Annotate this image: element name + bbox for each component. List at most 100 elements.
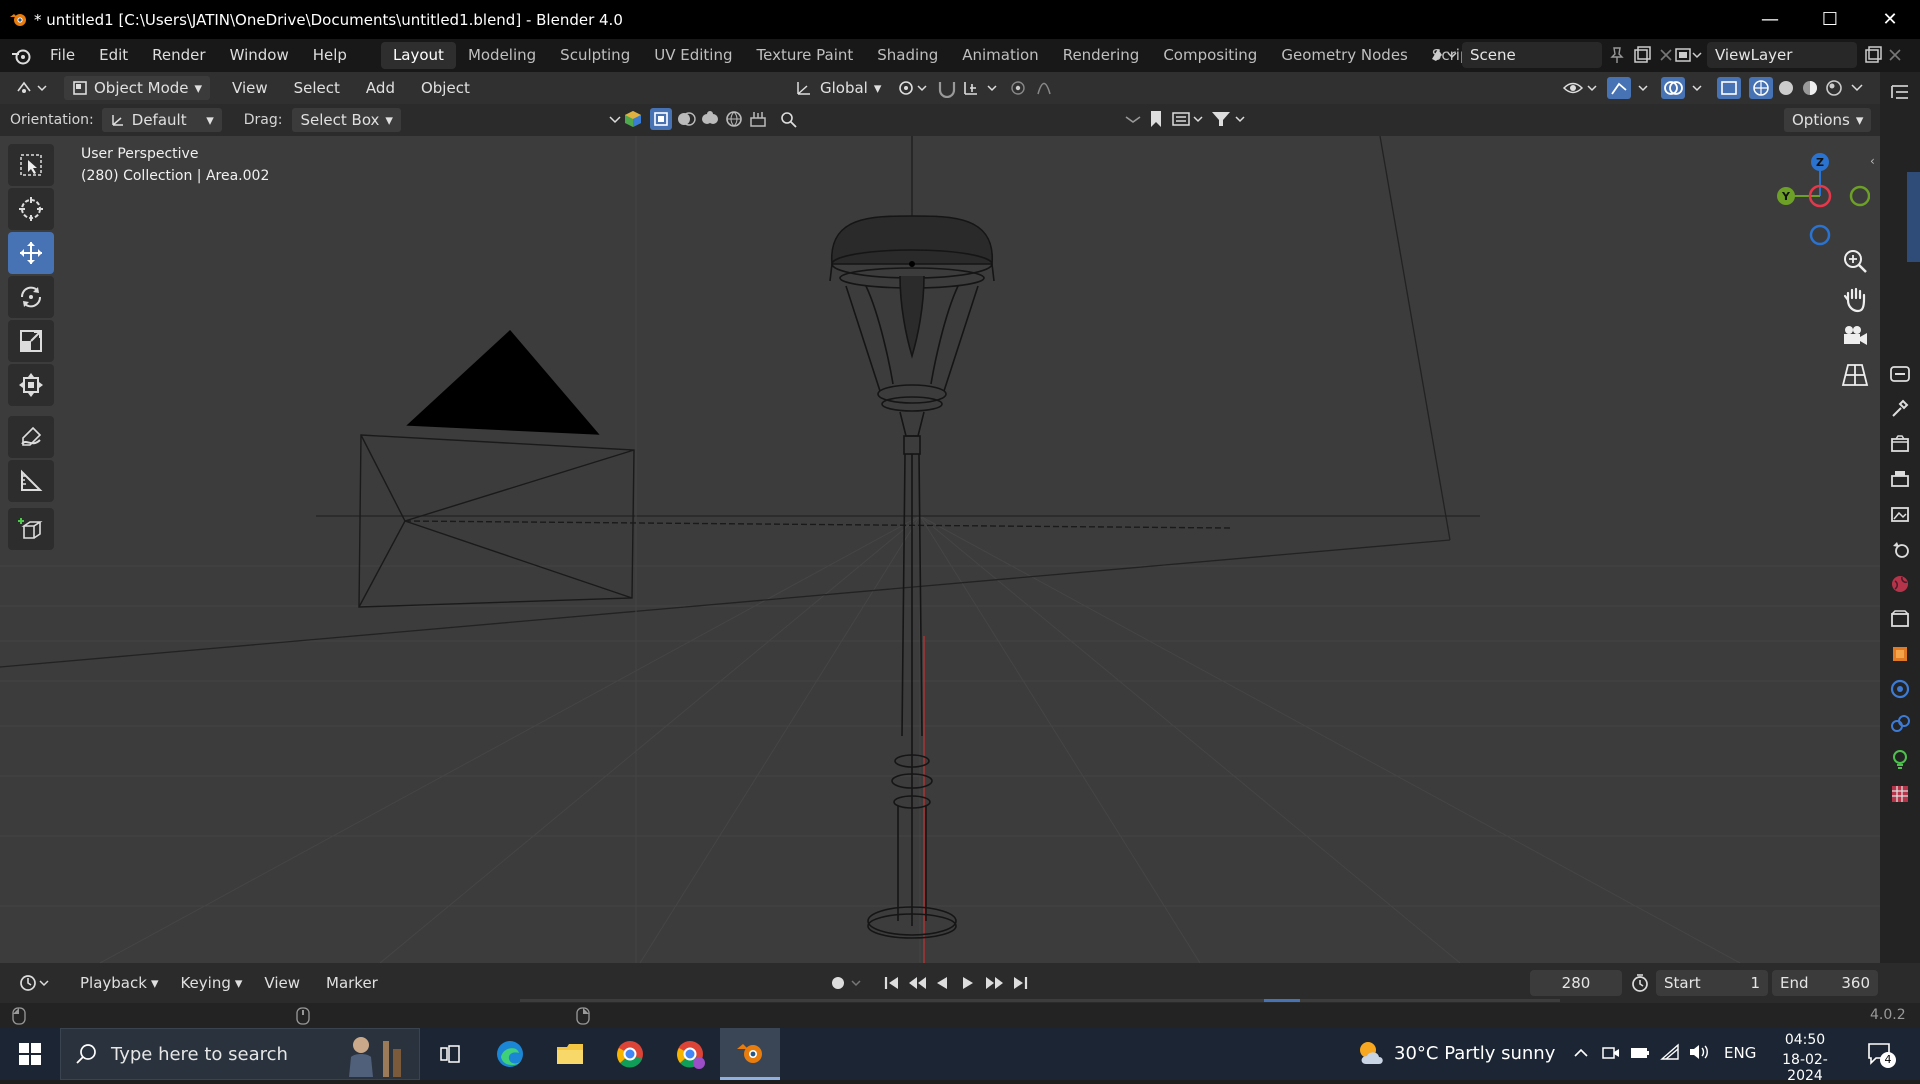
texture-properties-icon[interactable] — [1885, 779, 1915, 809]
tab-rendering[interactable]: Rendering — [1051, 42, 1152, 69]
options-dropdown[interactable]: Options ▾ — [1784, 108, 1872, 132]
current-frame-field[interactable]: 280 — [1530, 970, 1622, 996]
menu-add[interactable]: Add — [358, 76, 403, 100]
physics-properties-icon[interactable] — [1885, 709, 1915, 739]
edge-browser-icon[interactable] — [480, 1028, 540, 1080]
menu-file[interactable]: File — [38, 39, 87, 72]
tray-overflow-chevron-icon[interactable] — [1572, 1044, 1590, 1062]
perspective-grid-icon[interactable] — [1840, 360, 1870, 390]
windows-start-button[interactable] — [0, 1028, 60, 1080]
tab-compositing[interactable]: Compositing — [1151, 42, 1269, 69]
snap-icon[interactable] — [936, 78, 958, 98]
snap-target-icon[interactable] — [962, 78, 1002, 98]
proportional-editing-icon[interactable] — [1008, 78, 1062, 98]
tab-sculpting[interactable]: Sculpting — [548, 42, 642, 69]
tool-scale[interactable] — [8, 320, 54, 362]
menu-object[interactable]: Object — [413, 76, 478, 100]
mode-dropdown[interactable]: Object Mode ▾ — [64, 76, 211, 100]
maximize-button[interactable]: ☐ — [1800, 0, 1860, 39]
select-mode-invert-icon[interactable] — [724, 110, 744, 128]
tab-geometry-nodes[interactable]: Geometry Nodes — [1269, 42, 1420, 69]
blender-menu-icon[interactable] — [10, 46, 32, 66]
area-scrollbar[interactable] — [1907, 172, 1920, 262]
filter-chevron-icon[interactable] — [1124, 110, 1142, 128]
notification-center-button[interactable]: 4 — [1866, 1040, 1896, 1068]
3d-viewport[interactable]: User Perspective (280) Collection | Area… — [0, 136, 1880, 963]
select-mode-intersect-icon[interactable] — [748, 110, 768, 128]
start-frame-field[interactable]: Start 1 — [1656, 970, 1768, 996]
blender-taskbar-icon[interactable] — [720, 1028, 780, 1080]
search-input[interactable] — [776, 108, 1116, 132]
world-properties-icon[interactable] — [1885, 569, 1915, 599]
view-layer-name-field[interactable]: ViewLayer — [1707, 42, 1857, 68]
end-frame-field[interactable]: End 360 — [1772, 970, 1878, 996]
tool-add-cube[interactable] — [8, 508, 54, 550]
timeline-scroll-thumb[interactable] — [1264, 999, 1300, 1002]
editor-type-button[interactable] — [8, 76, 58, 100]
select-mode-subtract-icon[interactable] — [700, 110, 720, 128]
output-properties-icon[interactable] — [1885, 464, 1915, 494]
menu-help[interactable]: Help — [301, 39, 359, 72]
collapse-chevron-icon[interactable] — [608, 112, 622, 126]
delete-scene-icon[interactable] — [1658, 47, 1674, 63]
tab-uv-editing[interactable]: UV Editing — [642, 42, 744, 69]
menu-keying[interactable]: Keying ▾ — [172, 971, 250, 995]
object-properties-icon[interactable] — [1885, 639, 1915, 669]
shading-options-chevron-icon[interactable] — [1850, 80, 1864, 94]
select-mode-extend-icon[interactable] — [676, 110, 696, 128]
task-view-icon[interactable] — [420, 1028, 480, 1080]
close-button[interactable]: ✕ — [1860, 0, 1920, 39]
transform-orientation-dropdown[interactable]: Global ▾ — [786, 76, 889, 100]
overlays-toggle-icon[interactable] — [1660, 76, 1706, 100]
sidebar-toggle-chevron-icon[interactable]: ‹ — [1870, 154, 1875, 168]
render-properties-icon[interactable] — [1885, 429, 1915, 459]
timeline-editor-type-button[interactable] — [10, 971, 60, 995]
select-mode-new-icon[interactable] — [650, 108, 672, 130]
pin-icon[interactable] — [1608, 46, 1626, 64]
properties-toggle-icon[interactable] — [1885, 359, 1915, 389]
menu-marker[interactable]: Marker — [318, 971, 386, 995]
tool-properties-icon[interactable] — [1885, 394, 1915, 424]
scene-properties-icon[interactable] — [1885, 534, 1915, 564]
play-icon[interactable] — [958, 973, 978, 993]
menu-view[interactable]: View — [224, 76, 276, 100]
menu-render[interactable]: Render — [140, 39, 217, 72]
jump-to-keyframe-back-icon[interactable] — [906, 973, 930, 993]
modifier-properties-icon[interactable] — [1885, 674, 1915, 704]
tool-transform[interactable] — [8, 364, 54, 406]
drag-dropdown[interactable]: Select Box ▾ — [292, 108, 401, 132]
pan-hand-icon[interactable] — [1840, 284, 1870, 314]
tab-texture-paint[interactable]: Texture Paint — [744, 42, 865, 69]
xray-toggle-icon[interactable] — [1716, 76, 1742, 100]
display-mode-icon[interactable] — [1172, 110, 1206, 128]
view-layer-selector[interactable]: ViewLayer — [1673, 42, 1903, 68]
scene-selector[interactable]: Scene — [1428, 42, 1674, 68]
camera-view-icon[interactable] — [1840, 322, 1870, 352]
tab-modeling[interactable]: Modeling — [456, 42, 548, 69]
shading-material-icon[interactable] — [1800, 78, 1820, 98]
jump-to-end-icon[interactable] — [1010, 973, 1030, 993]
file-explorer-icon[interactable] — [540, 1028, 600, 1080]
jump-to-start-icon[interactable] — [882, 973, 902, 993]
delete-view-layer-icon[interactable] — [1887, 47, 1903, 63]
bookmark-icon[interactable] — [1148, 110, 1164, 128]
menu-window[interactable]: Window — [218, 39, 301, 72]
menu-timeline-view[interactable]: View — [256, 971, 308, 995]
shading-solid-icon[interactable] — [1776, 78, 1796, 98]
shading-wireframe-icon[interactable] — [1748, 76, 1774, 100]
timeline-scrollbar[interactable] — [520, 999, 1560, 1002]
view-layer-properties-icon[interactable] — [1885, 499, 1915, 529]
tab-animation[interactable]: Animation — [950, 42, 1050, 69]
wifi-icon[interactable] — [1660, 1043, 1680, 1061]
orientation-dropdown[interactable]: Default ▾ — [101, 108, 222, 132]
shading-rendered-icon[interactable] — [1824, 78, 1844, 98]
auto-keying-record-icon[interactable] — [828, 973, 864, 993]
tool-annotate[interactable] — [8, 416, 54, 458]
navigation-gizmo[interactable]: Z Y — [1760, 148, 1870, 258]
pivot-point-icon[interactable] — [896, 78, 928, 98]
zoom-icon[interactable] — [1840, 246, 1870, 276]
outliner-toggle-icon[interactable] — [1885, 77, 1915, 107]
chrome-browser-icon[interactable] — [600, 1028, 660, 1080]
tool-measure[interactable] — [8, 460, 54, 502]
light-data-properties-icon[interactable] — [1885, 744, 1915, 774]
